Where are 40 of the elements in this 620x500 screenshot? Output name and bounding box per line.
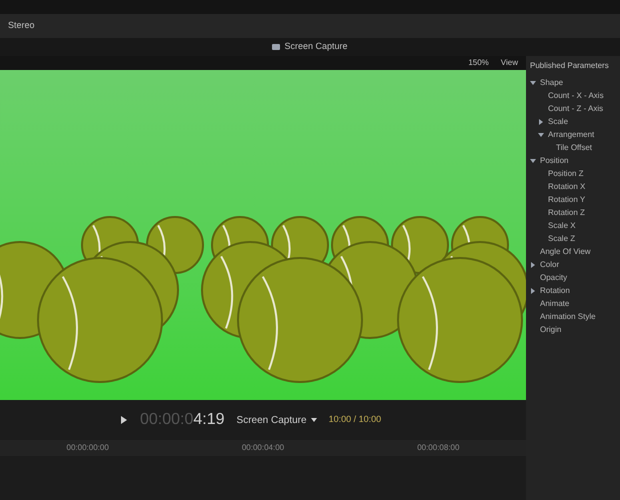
parameter-label: Count - X - Axis [548, 90, 604, 102]
caret-icon [310, 418, 317, 422]
project-dropdown[interactable]: Screen Capture [236, 412, 317, 428]
parameter-label: Position Z [548, 168, 584, 180]
ruler-time: 00:00:00:00 [66, 442, 109, 454]
play-icon[interactable] [120, 416, 128, 424]
ruler-time: 00:00:04:00 [242, 442, 284, 454]
parameter-label: Origin [540, 324, 562, 336]
inspector-title: Published Parameters [530, 60, 610, 72]
parameter-label: Color [540, 258, 560, 270]
parameter-label: Arrangement [548, 128, 594, 140]
parameter-label: Scale [548, 116, 568, 128]
parameter-label: Shape [540, 76, 564, 88]
timecode: 00:00:04:19 [140, 410, 225, 430]
disclosure-triangle-icon[interactable] [530, 288, 536, 294]
parameter-label: Position [540, 154, 568, 166]
parameter-label: Rotation Z [548, 206, 585, 218]
parameter-label: Scale X [548, 220, 576, 232]
disclosure-triangle-icon[interactable] [530, 158, 536, 164]
parameter-label: Rotation [540, 284, 570, 296]
film-icon [272, 44, 280, 50]
audio-label: Stereo [8, 19, 35, 32]
parameter-label: Rotation Y [548, 194, 586, 206]
zoom-dropdown[interactable]: 150% [468, 57, 489, 69]
parameter-label: Count - Z - Axis [548, 102, 604, 114]
disclosure-triangle-icon[interactable] [530, 80, 536, 86]
parameter-label: Animate [540, 298, 570, 310]
parameter-label: Tile Offset [556, 142, 592, 154]
window-title: Screen Capture [284, 40, 348, 54]
parameter-label: Scale Z [548, 232, 576, 244]
disclosure-triangle-icon[interactable] [530, 262, 536, 268]
parameter-label: Rotation X [548, 180, 586, 192]
duration-label: 10:00 / 10:00 [328, 413, 382, 426]
ruler-time: 00:00:08:00 [417, 442, 460, 454]
parameter-label: Opacity [540, 272, 568, 284]
disclosure-triangle-icon[interactable] [538, 132, 544, 138]
view-dropdown[interactable]: View [500, 57, 518, 69]
parameter-label: Angle Of View [540, 246, 591, 258]
disclosure-triangle-icon[interactable] [538, 118, 544, 124]
parameter-label: Animation Style [540, 310, 596, 322]
